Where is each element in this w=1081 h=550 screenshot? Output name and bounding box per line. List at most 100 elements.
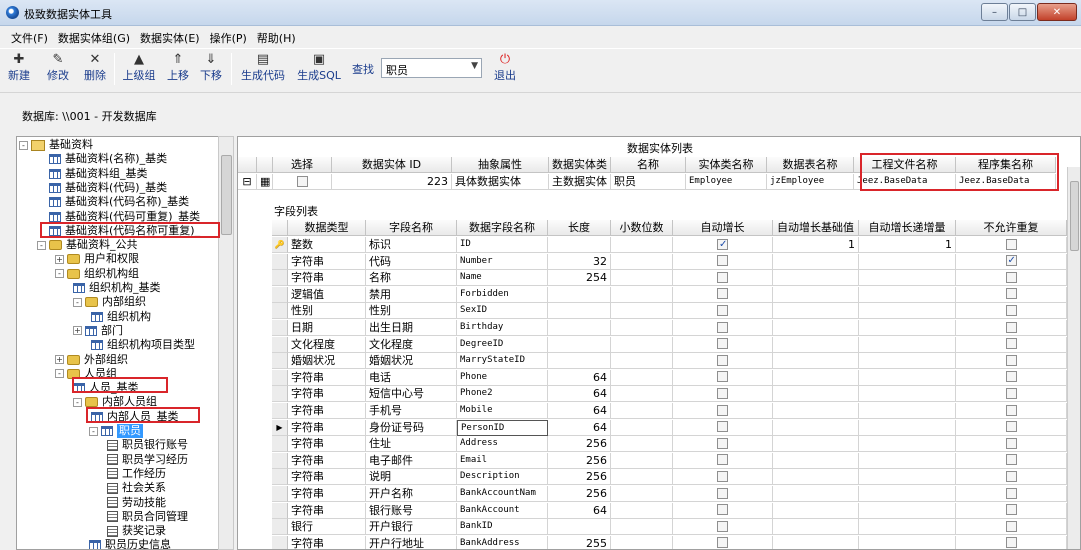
auto-increment-checkbox[interactable] [717, 537, 728, 549]
column-header[interactable]: 数据类型 [288, 220, 366, 236]
data-type-cell[interactable]: 字符串 [288, 486, 366, 502]
select-checkbox[interactable] [296, 175, 308, 187]
auto-increment-checkbox[interactable] [717, 454, 728, 466]
decimal-cell[interactable] [611, 452, 673, 469]
data-type-cell[interactable]: 字符串 [288, 403, 366, 419]
collapse-icon[interactable]: - [73, 297, 82, 307]
row-indicator[interactable] [272, 320, 288, 336]
entity-id-cell[interactable]: 223 [332, 174, 452, 190]
tree-scrollbar[interactable] [218, 136, 234, 550]
decimal-cell[interactable] [611, 303, 673, 320]
grid-scroll-thumb[interactable] [1070, 181, 1079, 251]
row-indicator[interactable] [272, 303, 288, 320]
unique-checkbox[interactable] [1005, 271, 1017, 283]
step-cell[interactable] [859, 369, 956, 386]
collapse-icon[interactable]: - [73, 397, 82, 407]
tree-item[interactable]: 基础资料(代码)_基类 [49, 181, 167, 195]
length-cell[interactable] [548, 353, 611, 370]
column-header[interactable]: 数据表名称 [767, 157, 854, 173]
decimal-cell[interactable] [611, 369, 673, 386]
field-name-cell[interactable]: 身份证号码 [366, 419, 457, 436]
column-header[interactable]: 字段名称 [366, 220, 457, 236]
edit-button[interactable]: ✎ 修改 [40, 51, 76, 89]
auto-increment-checkbox[interactable] [717, 237, 728, 252]
unique-checkbox[interactable] [1005, 288, 1017, 300]
data-type-cell[interactable]: 字符串 [288, 535, 366, 549]
step-cell[interactable] [859, 519, 956, 536]
unique-checkbox[interactable] [1005, 454, 1017, 466]
tree-item[interactable]: - 内部组织 [73, 295, 146, 309]
step-cell[interactable] [859, 452, 956, 469]
auto-increment-checkbox[interactable] [717, 288, 728, 300]
data-field-name-cell[interactable]: Name [457, 270, 548, 287]
row-indicator[interactable] [272, 369, 288, 386]
seed-cell[interactable] [773, 403, 859, 419]
auto-increment-checkbox[interactable] [717, 304, 728, 316]
seed-cell[interactable] [773, 452, 859, 469]
decimal-cell[interactable] [611, 270, 673, 287]
length-cell[interactable] [548, 336, 611, 353]
length-cell[interactable] [548, 237, 611, 253]
minimize-button[interactable]: – [981, 3, 1008, 21]
unique-checkbox[interactable] [1005, 504, 1017, 516]
length-cell[interactable]: 64 [548, 369, 611, 386]
seed-cell[interactable] [773, 502, 859, 519]
unique-checkbox[interactable] [1005, 321, 1017, 333]
field-name-cell[interactable]: 开户银行 [366, 519, 457, 536]
column-header[interactable]: 抽象属性 [452, 157, 549, 173]
decimal-cell[interactable] [611, 237, 673, 253]
row-indicator[interactable] [272, 452, 288, 469]
auto-increment-checkbox[interactable] [717, 354, 728, 366]
data-field-name-cell[interactable]: ID [457, 237, 548, 253]
step-cell[interactable] [859, 469, 956, 486]
seed-cell[interactable] [773, 270, 859, 287]
table-name-cell[interactable]: jzEmployee [767, 174, 854, 190]
decimal-cell[interactable] [611, 336, 673, 353]
length-cell[interactable]: 255 [548, 535, 611, 549]
data-type-cell[interactable]: 字符串 [288, 386, 366, 403]
length-cell[interactable]: 64 [548, 386, 611, 403]
length-cell[interactable] [548, 303, 611, 320]
data-field-name-cell[interactable]: Mobile [457, 403, 548, 419]
seed-cell[interactable] [773, 253, 859, 270]
row-indicator[interactable] [272, 270, 288, 287]
field-name-cell[interactable]: 开户行地址 [366, 535, 457, 549]
field-name-cell[interactable]: 开户名称 [366, 486, 457, 502]
row-indicator[interactable] [272, 535, 288, 549]
step-cell[interactable] [859, 419, 956, 436]
seed-cell[interactable] [773, 386, 859, 403]
length-cell[interactable]: 256 [548, 469, 611, 486]
decimal-cell[interactable] [611, 403, 673, 419]
new-button[interactable]: ✚ 新建 [4, 51, 34, 89]
data-field-name-cell[interactable]: Phone [457, 369, 548, 386]
tree-item[interactable]: 工作经历 [107, 467, 166, 481]
menu-operation[interactable]: 操作(P) [205, 27, 252, 47]
tree-item[interactable]: 职员合同管理 [107, 510, 188, 524]
auto-increment-checkbox[interactable] [717, 387, 728, 399]
decimal-cell[interactable] [611, 535, 673, 549]
tree-item[interactable]: 组织机构 [91, 310, 151, 324]
data-field-name-cell[interactable]: Number [457, 253, 548, 270]
seed-cell[interactable]: 1 [773, 237, 859, 253]
step-cell[interactable] [859, 486, 956, 502]
auto-increment-checkbox[interactable] [717, 520, 728, 532]
step-cell[interactable] [859, 270, 956, 287]
length-cell[interactable]: 256 [548, 452, 611, 469]
data-field-name-cell[interactable]: BankAddress [457, 535, 548, 549]
collapse-icon[interactable]: - [19, 140, 28, 150]
unique-checkbox[interactable] [1005, 487, 1017, 499]
seed-cell[interactable] [773, 436, 859, 453]
data-type-cell[interactable]: 字符串 [288, 469, 366, 486]
column-header[interactable]: 长度 [548, 220, 611, 236]
field-name-cell[interactable]: 标识 [366, 237, 457, 253]
seed-cell[interactable] [773, 303, 859, 320]
auto-increment-checkbox[interactable] [717, 321, 728, 333]
decimal-cell[interactable] [611, 386, 673, 403]
generate-sql-button[interactable]: ▣ 生成SQL [294, 51, 344, 89]
data-type-cell[interactable]: 字符串 [288, 419, 366, 436]
expand-icon[interactable]: + [55, 254, 64, 264]
close-button[interactable]: ✕ [1037, 3, 1077, 21]
decimal-cell[interactable] [611, 519, 673, 536]
column-header[interactable]: 选择 [273, 157, 332, 173]
step-cell[interactable]: 1 [859, 237, 956, 253]
